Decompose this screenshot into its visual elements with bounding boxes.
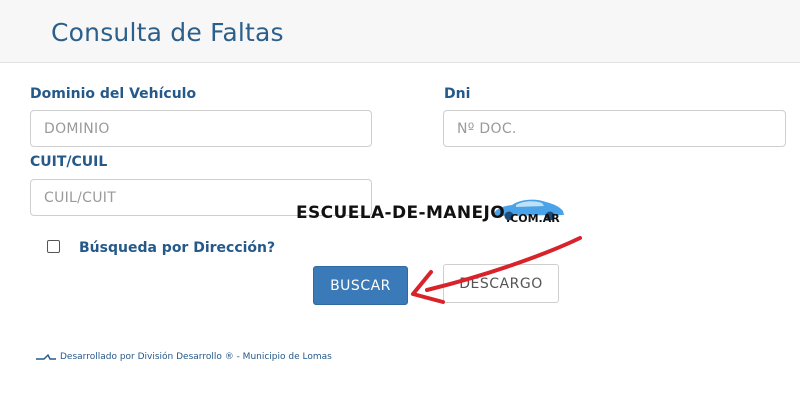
watermark-text: ESCUELA-DE-MANEJO: [296, 203, 506, 223]
page-title: Consulta de Faltas: [51, 18, 284, 47]
page-header: Consulta de Faltas: [0, 0, 800, 63]
direccion-checkbox-label[interactable]: Búsqueda por Dirección?: [79, 240, 275, 256]
direccion-checkbox[interactable]: [47, 240, 60, 253]
dni-input[interactable]: [443, 110, 786, 147]
dni-label: Dni: [444, 86, 471, 102]
buscar-button[interactable]: BUSCAR: [313, 266, 408, 305]
red-arrow-icon: [411, 236, 582, 304]
watermark-subtext: .COM.AR: [506, 212, 560, 225]
footer-text: Desarrollado por División Desarrollo ® -…: [60, 352, 332, 362]
dominio-input[interactable]: [30, 110, 372, 147]
cuit-label: CUIT/CUIL: [30, 154, 108, 170]
footer: Desarrollado por División Desarrollo ® -…: [36, 352, 332, 362]
municipio-logo-icon: [36, 353, 56, 360]
dominio-label: Dominio del Vehículo: [30, 86, 197, 102]
